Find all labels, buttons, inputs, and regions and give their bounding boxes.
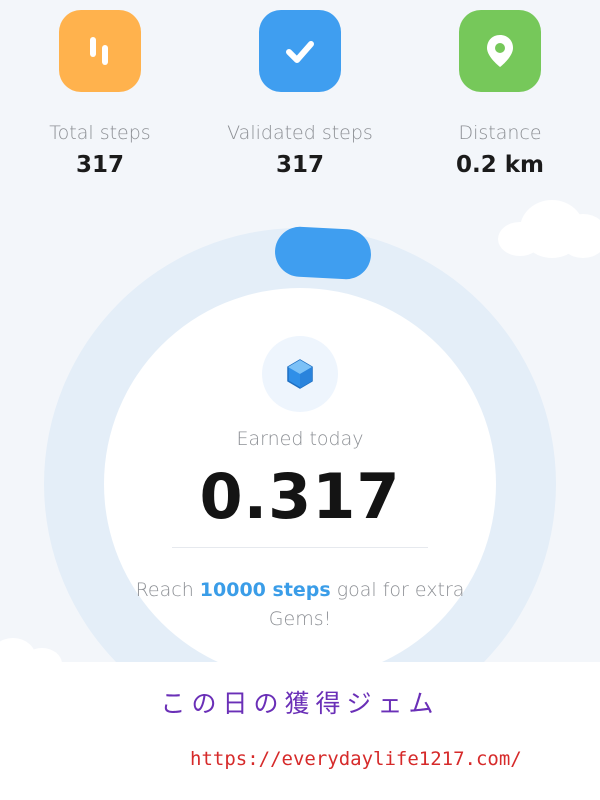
stat-validated-steps[interactable]: Validated steps 317: [200, 10, 400, 178]
caption-text: この日の獲得ジェム: [160, 689, 440, 718]
location-pin-icon: [487, 35, 513, 67]
distance-tile: [459, 10, 541, 92]
total-steps-tile: [59, 10, 141, 92]
total-steps-value: 317: [75, 152, 124, 178]
stat-distance[interactable]: Distance 0.2 km: [400, 10, 600, 178]
earned-today-value: 0.317: [199, 460, 401, 533]
earned-today-label: Earned today: [236, 428, 364, 450]
goal-prefix: Reach: [135, 579, 200, 601]
gem-icon: [287, 359, 313, 389]
checkmark-icon: [286, 41, 314, 63]
distance-value: 0.2 km: [455, 152, 544, 178]
goal-steps-highlight: 10000 steps: [199, 579, 331, 601]
progress-indicator: [273, 225, 373, 281]
total-steps-label: Total steps: [49, 122, 151, 144]
validated-steps-value: 317: [275, 152, 324, 178]
distance-label: Distance: [458, 122, 542, 144]
walking-stats-screen: Total steps 317 Validated steps 317 Dist…: [0, 0, 600, 662]
cloud-left: [0, 632, 70, 662]
divider: [172, 547, 428, 548]
gem-badge: [262, 336, 338, 412]
stat-total-steps[interactable]: Total steps 317: [0, 10, 200, 178]
caption-area: [0, 662, 600, 800]
steps-icon: [90, 37, 108, 65]
goal-message: Reach 10000 steps goal for extra Gems!: [130, 576, 470, 634]
cloud-right: [498, 196, 600, 260]
blog-url[interactable]: https://everydaylife1217.com/: [190, 748, 522, 770]
validated-steps-label: Validated steps: [227, 122, 373, 144]
validated-steps-tile: [259, 10, 341, 92]
